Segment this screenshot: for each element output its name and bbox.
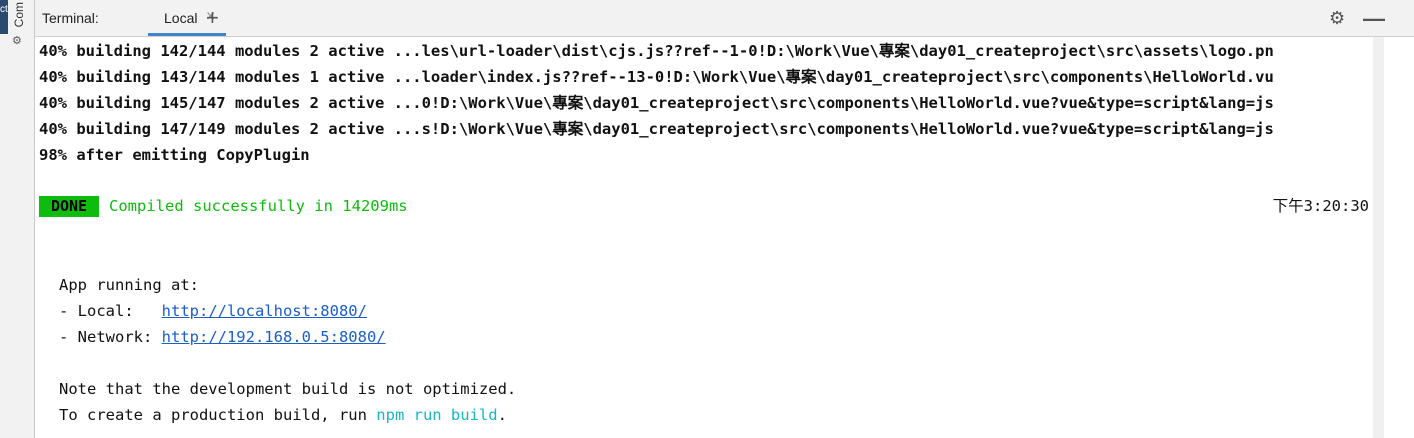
terminal-header: Terminal: Local × + ⚙ — — [35, 0, 1414, 37]
local-label: - Local: — [59, 302, 162, 320]
output-line: 40% building 147/149 modules 2 active ..… — [39, 120, 1274, 138]
network-url-line: - Network: http://192.168.0.5:8080/ — [59, 328, 386, 346]
add-terminal-icon[interactable]: + — [206, 5, 219, 31]
local-url-link[interactable]: http://localhost:8080/ — [162, 302, 367, 320]
output-line: 98% after emitting CopyPlugin — [39, 146, 310, 164]
vertical-scrollbar[interactable] — [1373, 37, 1384, 438]
compile-success-message: Compiled successfully in 14209ms — [109, 197, 408, 215]
minimize-icon[interactable]: — — [1363, 6, 1385, 32]
prod-prefix: To create a production build, run — [59, 406, 377, 424]
tab-local-label: Local — [164, 10, 198, 26]
editor-edge-text: ct — [0, 4, 8, 15]
gear-small-icon[interactable]: ⚙ — [12, 34, 22, 47]
terminal-output[interactable]: 40% building 142/144 modules 2 active ..… — [35, 37, 1373, 438]
output-line: 40% building 142/144 modules 2 active ..… — [39, 42, 1274, 60]
local-url-line: - Local: http://localhost:8080/ — [59, 302, 367, 320]
network-label: - Network: — [59, 328, 162, 346]
network-url-link[interactable]: http://192.168.0.5:8080/ — [162, 328, 386, 346]
active-tab-underline — [148, 33, 226, 36]
left-tool-strip: ct Com ⚙ — [0, 0, 35, 438]
timestamp: 下午3:20:30 — [1272, 197, 1369, 215]
npm-command: npm run build — [376, 406, 498, 424]
vertical-tool-tab-label: Com — [12, 2, 26, 28]
output-line: 40% building 145/147 modules 2 active ..… — [39, 94, 1274, 112]
prod-suffix: . — [497, 406, 507, 424]
output-line: 40% building 143/144 modules 1 active ..… — [39, 68, 1274, 86]
production-build-line: To create a production build, run npm ru… — [59, 406, 507, 424]
terminal-title: Terminal: — [42, 10, 99, 26]
editor-edge: ct — [0, 0, 8, 34]
done-badge: DONE — [39, 196, 99, 217]
app-running-label: App running at: — [59, 276, 199, 294]
gear-icon[interactable]: ⚙ — [1329, 8, 1345, 29]
note-line: Note that the development build is not o… — [59, 380, 517, 398]
